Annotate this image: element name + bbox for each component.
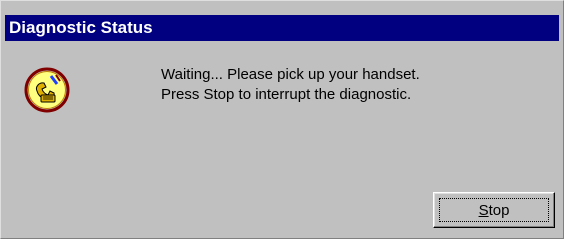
- status-message-line-2: Press Stop to interrupt the diagnostic.: [161, 86, 412, 103]
- dialog-title-bar[interactable]: Diagnostic Status: [5, 15, 559, 41]
- diagnostic-status-dialog: Diagnostic Status Waiting... Please pick…: [0, 0, 564, 239]
- status-message-line-1: Waiting... Please pick up your handset.: [161, 66, 420, 83]
- status-message: Waiting... Please pick up your handset. …: [161, 65, 420, 105]
- stop-button-hotkey: S: [478, 201, 489, 219]
- dialog-title: Diagnostic Status: [9, 18, 153, 37]
- telephone-handset-icon: [24, 67, 70, 113]
- stop-button[interactable]: Stop: [433, 192, 555, 228]
- stop-button-label: top: [488, 201, 510, 219]
- stop-button-focus-rect: Stop: [439, 198, 549, 222]
